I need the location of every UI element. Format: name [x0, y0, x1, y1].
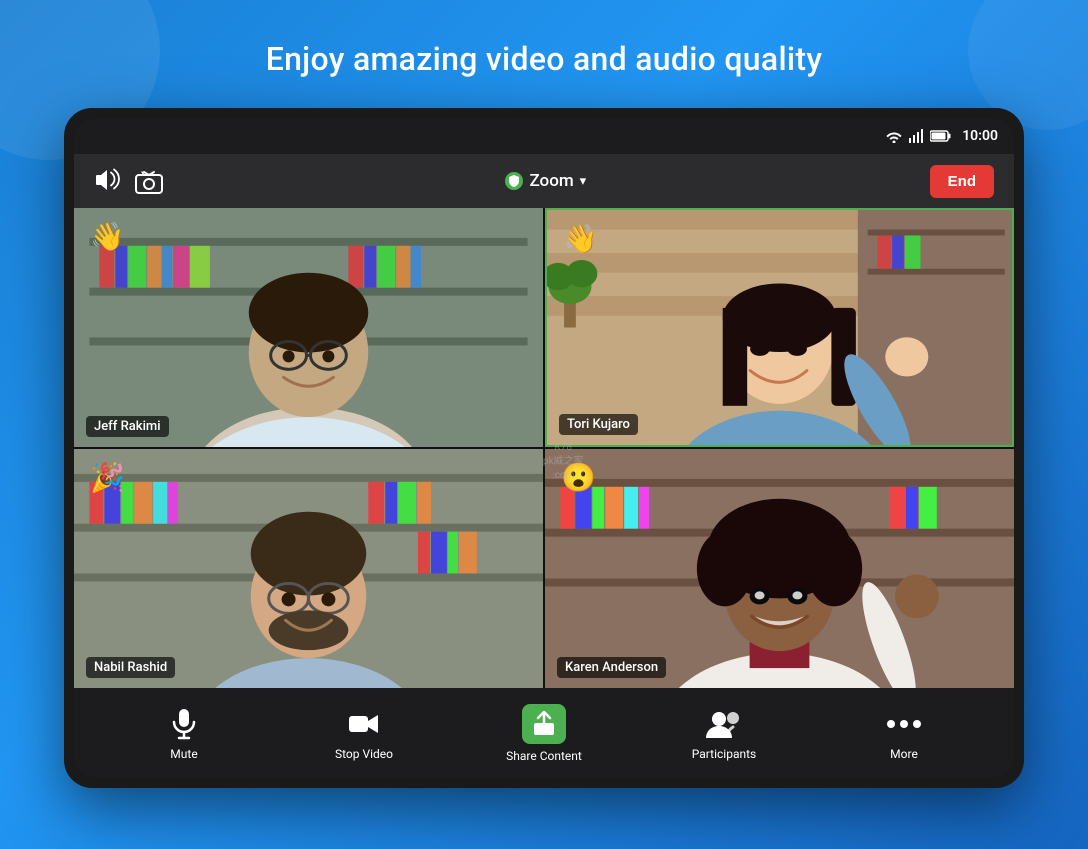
share-content-button[interactable]: Share Content: [504, 704, 584, 763]
meeting-header: Zoom ▾ End: [74, 154, 1014, 208]
mute-button[interactable]: Mute: [144, 706, 224, 761]
video-grid: 👋 Jeff Rakimi: [74, 208, 1014, 688]
share-icon-wrapper: [522, 704, 566, 744]
battery-icon: [930, 130, 952, 142]
participants-icon: [702, 706, 746, 742]
meeting-title-area[interactable]: Zoom ▾: [505, 171, 586, 191]
time-display: 10:00: [962, 128, 998, 144]
stop-video-label: Stop Video: [335, 747, 393, 761]
name-label-tori: Tori Kujaro: [559, 414, 638, 435]
signal-icon: [908, 129, 924, 143]
ellipsis-icon: [882, 706, 926, 742]
more-label: More: [890, 747, 918, 761]
volume-icon[interactable]: [94, 168, 120, 195]
mic-icon: [162, 706, 206, 742]
name-label-jeff: Jeff Rakimi: [86, 416, 169, 437]
video-cell-tori: 👋 Tori Kujaro: [545, 208, 1014, 447]
status-bar: 10:00: [74, 118, 1014, 154]
name-label-nabil: Nabil Rashid: [86, 657, 175, 678]
end-call-button[interactable]: End: [930, 165, 994, 198]
share-content-label: Share Content: [506, 749, 582, 763]
header-controls-left: [94, 168, 162, 195]
wifi-icon: [886, 129, 902, 143]
emoji-nabil: 🎉: [90, 461, 125, 494]
tablet-frame: 10:00: [64, 108, 1024, 788]
chevron-down-icon: ▾: [580, 174, 587, 189]
video-cell-karen: 😮 Karen Anderson: [545, 449, 1014, 688]
video-camera-icon: [342, 706, 386, 742]
emoji-karen: 😮: [561, 461, 596, 494]
emoji-tori: 👋: [563, 222, 598, 255]
meeting-app-name: Zoom: [529, 171, 573, 191]
page-headline: Enjoy amazing video and audio quality: [266, 40, 823, 78]
name-label-karen: Karen Anderson: [557, 657, 666, 678]
mute-label: Mute: [170, 747, 197, 761]
video-cell-nabil: 🎉 Nabil Rashid: [74, 449, 543, 688]
video-cell-jeff: 👋 Jeff Rakimi: [74, 208, 543, 447]
zoom-security-shield: [505, 172, 523, 190]
emoji-jeff: 👋: [90, 220, 125, 253]
camera-flip-icon[interactable]: [134, 169, 162, 193]
toolbar: Mute Stop Video: [74, 688, 1014, 778]
tablet-screen: 10:00: [74, 118, 1014, 778]
status-icons: 10:00: [886, 128, 998, 144]
participants-label: Participants: [692, 747, 756, 761]
more-button[interactable]: More: [864, 706, 944, 761]
stop-video-button[interactable]: Stop Video: [324, 706, 404, 761]
participants-button[interactable]: Participants: [684, 706, 764, 761]
